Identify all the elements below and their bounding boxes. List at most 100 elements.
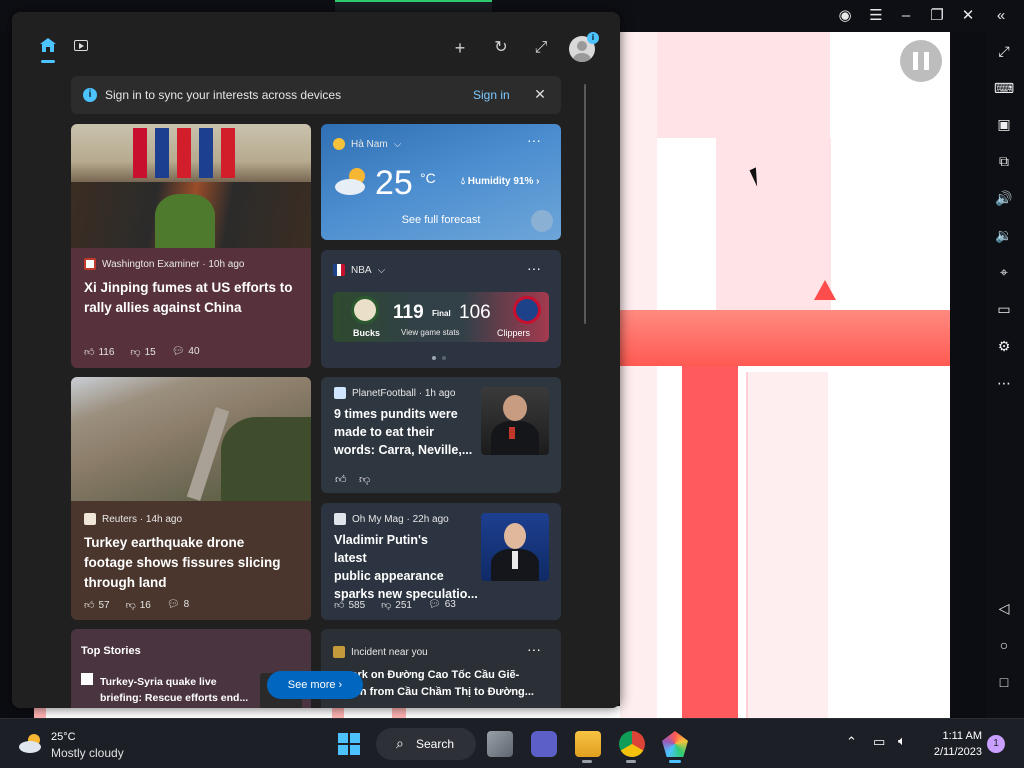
see-more-button[interactable]: See more › [267, 671, 363, 699]
carousel-dot[interactable] [442, 356, 446, 360]
game-spike [814, 280, 836, 300]
chevron-right-icon: › [338, 679, 343, 691]
task-view-icon[interactable] [487, 731, 513, 757]
news-card-pundits[interactable]: PlanetFootball · 1h ago 9 times pundits … [321, 377, 561, 493]
more-options-icon[interactable]: ··· [527, 260, 541, 276]
comment-button[interactable]: 💬︎ 8 [167, 599, 189, 611]
news-title-line: made to eat their [334, 425, 435, 439]
account-icon[interactable]: ◉ [835, 6, 855, 26]
expand-icon[interactable]: ⤢ [531, 38, 551, 58]
game-status: Final [432, 309, 451, 318]
like-button[interactable]: 👍︎ 57 [84, 599, 110, 611]
partly-cloudy-icon [335, 168, 365, 195]
view-game-stats-link[interactable]: View game stats [401, 328, 460, 337]
news-title-line: 9 times pundits were [334, 407, 458, 421]
location-icon[interactable]: ⌖ [993, 261, 1015, 283]
full-forecast-link[interactable]: See full forecast [321, 214, 561, 226]
fullscreen-icon[interactable]: ⤢ [993, 40, 1015, 62]
back-icon[interactable]: ◁ [993, 597, 1015, 619]
collapse-sidebar-icon[interactable]: « [991, 6, 1011, 26]
home-team: Bucks [353, 328, 381, 338]
file-explorer-icon[interactable] [575, 731, 601, 757]
humidity-icon: 💧︎ [461, 176, 465, 187]
game-platform [620, 310, 950, 366]
refresh-icon[interactable]: ↻ [491, 38, 511, 58]
dislike-button[interactable]: 👎︎ [359, 473, 370, 486]
minimize-icon[interactable]: – [896, 6, 916, 26]
settings-gear-icon[interactable]: ⚙ [993, 335, 1015, 357]
comment-button[interactable]: 💬︎ 40 [172, 346, 200, 358]
teams-chat-icon[interactable] [531, 731, 557, 757]
home-circle-icon[interactable]: ○ [993, 634, 1015, 656]
clippers-logo [513, 296, 541, 324]
volume-icon[interactable]: 🔈︎ [898, 733, 906, 749]
dislike-button[interactable]: 👎︎ 251 [381, 599, 412, 611]
home-score: 119 [393, 302, 424, 323]
news-card-turkey-earthquake[interactable]: Reuters · 14h ago Turkey earthquake dron… [71, 377, 311, 620]
weather-map-icon[interactable] [531, 210, 553, 232]
news-image-earthquake [71, 377, 311, 501]
menu-icon[interactable]: ☰ [866, 6, 886, 26]
news-title-line: Turkey earthquake drone [84, 535, 245, 550]
windows-start-icon[interactable] [338, 733, 360, 755]
recents-icon[interactable]: □ [993, 671, 1015, 693]
taskbar-temperature[interactable]: 25°C [51, 731, 76, 743]
news-title-line: words: Carra, Neville,... [334, 443, 473, 457]
taskbar-time[interactable]: 1:11 AM [930, 730, 982, 742]
news-card-putin[interactable]: Oh My Mag · 22h ago Vladimir Putin's lat… [321, 503, 561, 620]
carousel-dot-active[interactable] [432, 356, 436, 360]
info-icon: i [83, 88, 97, 102]
emulator-app-icon[interactable] [662, 731, 688, 757]
like-button[interactable]: 👍︎ 585 [334, 599, 365, 611]
close-window-icon[interactable]: ✕ [958, 6, 978, 26]
dislike-button[interactable]: 👎︎ 16 [126, 599, 151, 611]
news-card-xi-jinping[interactable]: Washington Examiner · 10h ago Xi Jinping… [71, 124, 311, 368]
chrome-icon[interactable] [619, 731, 645, 757]
dislike-button[interactable]: 👎︎ 15 [130, 346, 155, 358]
volume-down-icon[interactable]: 🔉 [993, 224, 1015, 246]
score-banner: 119 Final 106 View game stats Bucks Clip… [333, 292, 549, 342]
top-story-headline[interactable]: Turkey-Syria quake live briefing: Rescue… [100, 674, 250, 706]
reuters-logo [84, 513, 96, 525]
chevron-up-icon[interactable]: ⌃ [846, 734, 857, 750]
more-options-icon[interactable]: ··· [527, 641, 541, 657]
like-button[interactable]: 👍︎ [335, 473, 347, 486]
like-button[interactable]: 👍︎ 116 [84, 346, 114, 358]
chevron-down-icon: ⌵ [377, 264, 386, 276]
restore-icon[interactable]: ❐ [927, 6, 947, 26]
taskbar-date[interactable]: 2/11/2023 [922, 746, 982, 758]
nba-label: NBA [351, 264, 372, 276]
pause-button[interactable] [900, 40, 942, 82]
incident-text-line: ...Bình from Cầu Chầm Thị to Đường... [333, 686, 534, 698]
notification-badge[interactable]: 1 [987, 735, 1005, 753]
taskbar: 25°C Mostly cloudy ⌕ Search ⌃ ▭ 🔈︎ 1:11 … [0, 718, 1024, 768]
news-thumbnail-putin [481, 513, 549, 581]
taskbar-weather-condition[interactable]: Mostly cloudy [51, 746, 124, 760]
keyboard-icon[interactable]: ⌨ [993, 77, 1015, 99]
weather-cloud-icon[interactable] [18, 732, 44, 754]
traffic-icon [333, 646, 345, 658]
nba-score-card[interactable]: NBA ⌵ ··· 119 Final 106 View game stats B… [321, 250, 561, 368]
folder-icon[interactable]: ▭ [993, 298, 1015, 320]
panel-scrollbar[interactable] [584, 84, 586, 324]
add-widget-icon[interactable]: + [450, 38, 470, 58]
video-icon[interactable] [74, 40, 88, 51]
volume-up-icon[interactable]: 🔊 [993, 187, 1015, 209]
home-icon[interactable] [40, 38, 56, 52]
weather-card[interactable]: Hà Nam ⌵ ··· 25 °C 💧︎ Humidity 91% › See … [321, 124, 561, 240]
apk-icon[interactable]: ▣ [993, 113, 1015, 135]
taskbar-search-box[interactable]: ⌕ Search [376, 728, 476, 760]
more-options-icon[interactable]: ··· [527, 132, 541, 148]
incident-label: Incident near you [351, 646, 428, 658]
more-icon[interactable]: ⋯ [993, 372, 1015, 394]
news-source: PlanetFootball · 1h ago [352, 387, 456, 399]
game-view[interactable] [620, 32, 950, 718]
add-window-icon[interactable]: ⧉ [993, 150, 1015, 172]
network-icon[interactable]: ▭ [873, 734, 885, 750]
comment-button[interactable]: 💬︎ 63 [428, 599, 456, 611]
away-team: Clippers [497, 328, 531, 338]
game-pillar [682, 366, 738, 718]
close-icon[interactable]: ✕ [531, 85, 549, 103]
news-source: Reuters · 14h ago [102, 513, 183, 525]
signin-link[interactable]: Sign in [473, 88, 510, 102]
